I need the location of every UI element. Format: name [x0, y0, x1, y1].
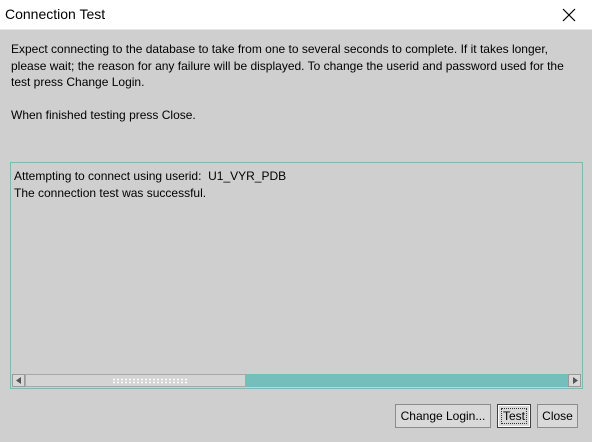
- title-bar[interactable]: Connection Test: [0, 0, 592, 30]
- window-title: Connection Test: [5, 6, 106, 22]
- horizontal-scrollbar[interactable]: [12, 374, 581, 387]
- output-line: The connection test was successful.: [14, 185, 207, 200]
- scroll-right-button[interactable]: [568, 374, 581, 387]
- instruction-line: test press Change Login.: [11, 75, 145, 89]
- output-log: Attempting to connect using userid: U1_V…: [14, 168, 286, 201]
- grip-dots-icon: [112, 378, 188, 384]
- change-login-button[interactable]: Change Login...: [395, 404, 491, 428]
- test-button[interactable]: Test: [497, 404, 531, 428]
- connection-test-dialog: Connection Test Expect connecting to the…: [0, 0, 592, 442]
- triangle-right-icon: [572, 377, 578, 384]
- instruction-line: please wait; the reason for any failure …: [11, 58, 564, 73]
- window-close-button[interactable]: [546, 0, 592, 30]
- instructions-text: Expect connecting to the database to tak…: [11, 41, 585, 123]
- triangle-left-icon: [15, 377, 21, 384]
- test-button-label: Test: [500, 408, 527, 424]
- scroll-thumb[interactable]: [25, 374, 246, 387]
- instruction-line: When finished testing press Close.: [11, 107, 196, 122]
- close-icon: [562, 8, 576, 22]
- close-button[interactable]: Close: [537, 404, 578, 428]
- output-line: Attempting to connect using userid: U1_V…: [14, 169, 287, 183]
- scroll-left-button[interactable]: [12, 374, 25, 387]
- output-text-area[interactable]: Attempting to connect using userid: U1_V…: [10, 162, 583, 389]
- instruction-line: Expect connecting to the database to tak…: [11, 42, 548, 56]
